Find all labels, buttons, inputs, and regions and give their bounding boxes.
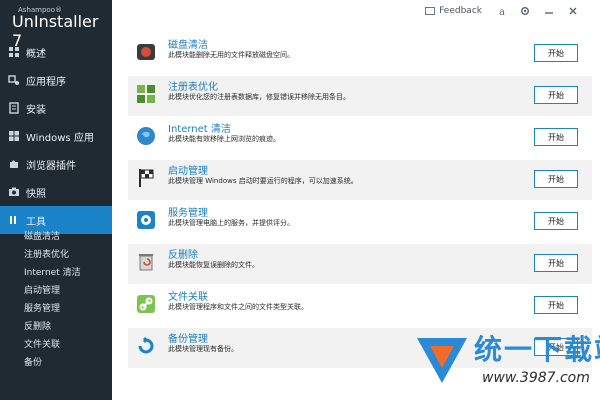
watermark-text: 统一下载站 — [474, 333, 600, 366]
watermark: 统一下载站 www.3987.com — [412, 328, 600, 400]
tool-description: 此模块能有效移除上网浏览的痕迹。 — [168, 135, 280, 143]
install-icon — [8, 102, 20, 114]
sidebar-item-windows-apps[interactable]: Windows 应用 — [0, 122, 112, 150]
tool-description: 此模块管理程序和文件之间的文件类型关联。 — [168, 303, 308, 311]
tool-title: 服务管理 — [168, 208, 208, 219]
tools-list: 磁盘清洁 此模块能删除无用的文件释放磁盘空间。 开始 注册表优化 此模块优化您的… — [112, 24, 600, 400]
sidebar-item-label: 工具 — [26, 216, 46, 228]
feedback-label: Feedback — [439, 6, 482, 16]
sidebar-item-install[interactable]: 安装 — [0, 94, 112, 122]
mail-icon — [425, 7, 436, 15]
sidebar-item-snapshots[interactable]: 快照 — [0, 178, 112, 206]
tool-title: 文件关联 — [168, 292, 208, 303]
gear-icon — [134, 208, 158, 232]
flag-icon — [134, 166, 158, 190]
sidebar: Ashampoo® UnInstaller 7 概述 应用程序 安装 Windo… — [0, 0, 112, 400]
tool-description: 此模块管理电脑上的服务，并提供评分。 — [168, 219, 294, 227]
tool-description: 此模块优化您的注册表数据库，修复错误并移除无用条目。 — [168, 93, 350, 101]
minimize-icon[interactable] — [542, 4, 556, 18]
tool-title: 备份管理 — [168, 334, 208, 345]
registry-icon — [134, 82, 158, 106]
link-icon — [134, 292, 158, 316]
tool-description: 此模块管理现有备份。 — [168, 345, 238, 353]
undelete-icon — [134, 250, 158, 274]
account-icon[interactable]: a — [496, 4, 510, 18]
sidebar-item-label: 概述 — [26, 48, 46, 60]
puzzle-icon — [8, 158, 20, 170]
tool-title: 注册表优化 — [168, 82, 218, 93]
tool-title: Internet 清洁 — [168, 124, 231, 135]
close-icon[interactable] — [566, 4, 580, 18]
subnav-undelete[interactable]: 反删除 — [0, 318, 112, 336]
subnav-services[interactable]: 服务管理 — [0, 300, 112, 318]
sidebar-item-browser-plugins[interactable]: 浏览器插件 — [0, 150, 112, 178]
tools-icon — [8, 214, 20, 226]
sidebar-item-label: 应用程序 — [26, 76, 66, 88]
subnav-file-association[interactable]: 文件关联 — [0, 336, 112, 354]
apps-icon — [8, 74, 20, 86]
tool-title: 启动管理 — [168, 166, 208, 177]
subnav-disk-clean[interactable]: 磁盘清洁 — [0, 228, 112, 246]
subnav-backup[interactable]: 备份 — [0, 354, 112, 372]
tool-card-startup: 启动管理 此模块管理 Windows 启动时要运行的程序，可以加速系统。 开始 — [128, 160, 592, 200]
sidebar-nav: 概述 应用程序 安装 Windows 应用 浏览器插件 快照 工具 — [0, 38, 112, 234]
camera-icon — [8, 186, 20, 198]
tool-description: 此模块能恢复误删除的文件。 — [168, 261, 259, 269]
sidebar-item-label: Windows 应用 — [26, 132, 94, 144]
tool-card-file-association: 文件关联 此模块管理程序和文件之间的文件类型关联。 开始 — [128, 286, 592, 326]
tool-card-internet-clean: Internet 清洁 此模块能有效移除上网浏览的痕迹。 开始 — [128, 118, 592, 158]
watermark-url: www.3987.com — [482, 370, 590, 386]
start-button[interactable]: 开始 — [534, 128, 578, 146]
sidebar-item-label: 浏览器插件 — [26, 160, 76, 172]
start-button[interactable]: 开始 — [534, 254, 578, 272]
tool-title: 磁盘清洁 — [168, 40, 208, 51]
svg-text:a: a — [499, 7, 505, 16]
subnav-internet-clean[interactable]: Internet 清洁 — [0, 264, 112, 282]
watermark-logo-icon — [417, 338, 467, 383]
start-button[interactable]: 开始 — [534, 212, 578, 230]
tool-card-disk-clean: 磁盘清洁 此模块能删除无用的文件释放磁盘空间。 开始 — [128, 34, 592, 74]
start-button[interactable]: 开始 — [534, 296, 578, 314]
start-button[interactable]: 开始 — [534, 44, 578, 62]
subnav-registry[interactable]: 注册表优化 — [0, 246, 112, 264]
tool-card-undelete: 反删除 此模块能恢复误删除的文件。 开始 — [128, 244, 592, 284]
sidebar-item-apps[interactable]: 应用程序 — [0, 66, 112, 94]
tool-description: 此模块能删除无用的文件释放磁盘空间。 — [168, 51, 294, 59]
sidebar-item-overview[interactable]: 概述 — [0, 38, 112, 66]
tools-subnav: 磁盘清洁 注册表优化 Internet 清洁 启动管理 服务管理 反删除 文件关… — [0, 228, 112, 372]
sidebar-item-label: 安装 — [26, 104, 46, 116]
disk-clean-icon — [134, 40, 158, 64]
start-button[interactable]: 开始 — [534, 170, 578, 188]
topbar: Feedback a — [112, 0, 600, 24]
feedback-link[interactable]: Feedback — [425, 6, 482, 16]
tool-card-services: 服务管理 此模块管理电脑上的服务，并提供评分。 开始 — [128, 202, 592, 242]
backup-icon — [134, 334, 158, 358]
windows-icon — [8, 130, 20, 142]
tool-card-registry: 注册表优化 此模块优化您的注册表数据库，修复错误并移除无用条目。 开始 — [128, 76, 592, 116]
settings-icon[interactable] — [518, 4, 532, 18]
globe-icon — [134, 124, 158, 148]
sidebar-item-label: 快照 — [26, 188, 46, 200]
tool-title: 反删除 — [168, 250, 198, 261]
subnav-startup[interactable]: 启动管理 — [0, 282, 112, 300]
start-button[interactable]: 开始 — [534, 86, 578, 104]
grid-icon — [8, 46, 20, 58]
tool-description: 此模块管理 Windows 启动时要运行的程序，可以加速系统。 — [168, 177, 358, 185]
